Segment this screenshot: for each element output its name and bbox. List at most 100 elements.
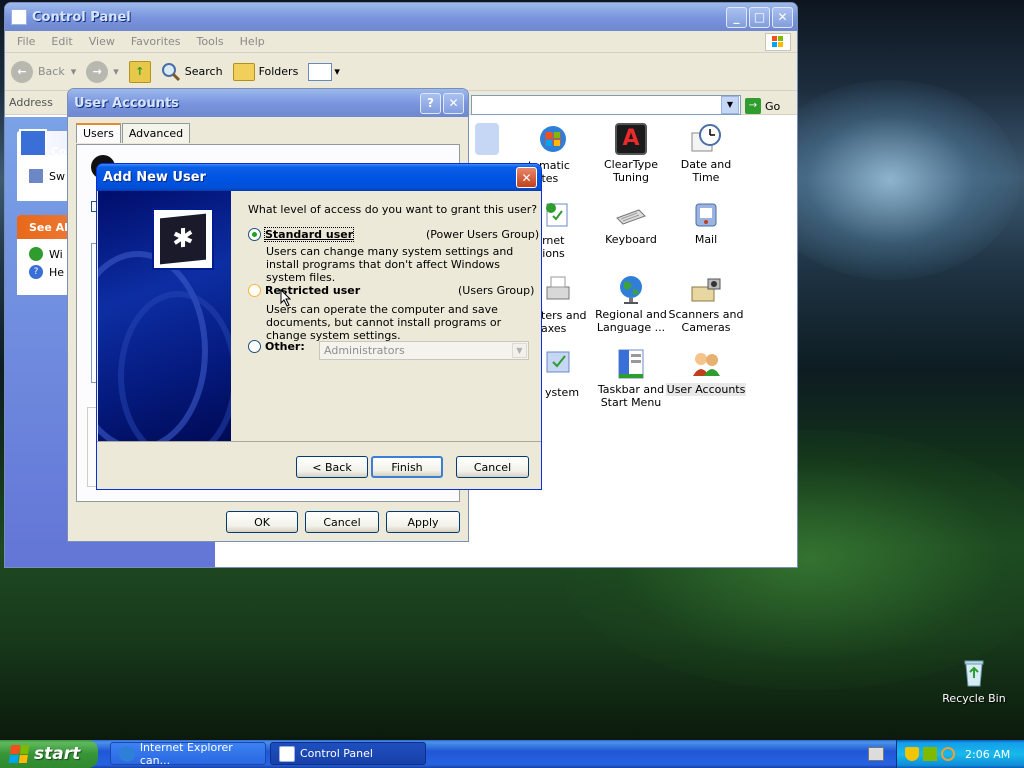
- taskbar-and-start-menu-label: Taskbar and Start Menu: [597, 383, 665, 409]
- up-button[interactable]: ↑: [128, 60, 151, 83]
- cancel-button[interactable]: Cancel: [456, 456, 529, 478]
- go-label: Go: [765, 99, 781, 113]
- menu-tools[interactable]: Tools: [189, 35, 232, 48]
- menu-file[interactable]: File: [9, 35, 43, 48]
- control-panel-window-icon: [11, 9, 27, 25]
- other-group-select[interactable]: Administrators ▼: [319, 341, 529, 360]
- standard-user-radio[interactable]: Standard user: [248, 227, 355, 242]
- close-icon: ✕: [777, 10, 788, 24]
- user-accounts-label: User Accounts: [666, 383, 746, 396]
- see-also-title: See Al: [29, 221, 68, 234]
- system-label: ystem: [545, 386, 580, 399]
- forward-button[interactable]: → ▾: [86, 60, 119, 83]
- back-button[interactable]: ← Back ▾: [11, 60, 76, 83]
- windows-update-link[interactable]: Wi: [29, 247, 63, 261]
- windows-update-icon: [29, 247, 43, 261]
- scanners-and-cameras-item[interactable]: Scanners and Cameras: [666, 273, 746, 334]
- go-arrow-icon: →: [745, 98, 761, 114]
- user-accounts-tabs: Users Advanced: [76, 123, 191, 143]
- folders-button[interactable]: Folders: [232, 62, 298, 81]
- other-label: Other:: [265, 340, 305, 353]
- user-accounts-item[interactable]: User Accounts: [666, 348, 746, 396]
- restricted-user-group: (Users Group): [458, 284, 535, 297]
- folder-up-icon: ↑: [128, 60, 151, 83]
- views-button[interactable]: ▾: [308, 62, 340, 81]
- automatic-updates-item[interactable]: utomaticodates: [513, 123, 593, 185]
- menu-bar: File Edit View Favorites Tools Help: [5, 31, 797, 53]
- user-accounts-titlebar[interactable]: User Accounts ? ✕: [68, 89, 468, 117]
- close-icon: ✕: [448, 96, 459, 110]
- menu-edit[interactable]: Edit: [43, 35, 80, 48]
- user-accounts-close-button[interactable]: ✕: [443, 92, 464, 114]
- help-link[interactable]: ? He: [29, 265, 64, 279]
- maximize-icon: □: [753, 10, 766, 24]
- add-new-user-titlebar[interactable]: Add New User ✕: [97, 164, 541, 191]
- search-label: Search: [184, 65, 223, 78]
- printers-and-faxes-label: ters and axes: [541, 309, 587, 335]
- menu-help[interactable]: Help: [232, 35, 273, 48]
- maximize-button[interactable]: □: [749, 6, 770, 28]
- search-button[interactable]: Search: [161, 62, 223, 82]
- menu-view[interactable]: View: [81, 35, 123, 48]
- network-icon[interactable]: [923, 747, 937, 761]
- start-button[interactable]: start: [0, 740, 98, 768]
- radio-selected-icon: [248, 228, 261, 241]
- chevron-down-icon: ▼: [512, 343, 527, 358]
- windows-flag-icon: [765, 32, 791, 51]
- switch-view-label: Sw: [49, 169, 65, 183]
- address-dropdown-button[interactable]: ▼: [721, 96, 739, 114]
- back-button[interactable]: < Back: [296, 456, 368, 478]
- date-and-time-item[interactable]: Date and Time: [666, 123, 746, 184]
- taskbar-item-control-panel[interactable]: Control Panel: [270, 742, 426, 765]
- forward-dropdown-icon: ▾: [113, 65, 119, 78]
- address-input[interactable]: [471, 95, 741, 115]
- regional-and-language-item[interactable]: Regional and Language ...: [591, 273, 671, 334]
- minimize-button[interactable]: _: [726, 6, 747, 28]
- switch-view-link[interactable]: Sw: [29, 169, 65, 183]
- search-tray-icon[interactable]: [941, 747, 955, 761]
- tab-users[interactable]: Users: [76, 123, 121, 143]
- tab-advanced[interactable]: Advanced: [121, 123, 191, 143]
- ok-button[interactable]: OK: [226, 511, 298, 533]
- windows-update-label: Wi: [49, 247, 63, 261]
- finish-button[interactable]: Finish: [371, 456, 443, 478]
- cleartype-tuning-item[interactable]: A ClearType Tuning: [591, 123, 671, 184]
- keyboard-language-icon[interactable]: [868, 747, 884, 761]
- regional-and-language-label: Regional and Language ...: [595, 308, 667, 334]
- wizard-banner: ✱: [98, 191, 231, 441]
- apply-button[interactable]: Apply: [386, 511, 460, 533]
- menu-favorites[interactable]: Favorites: [123, 35, 189, 48]
- recycle-bin-icon: [958, 656, 990, 688]
- restricted-user-radio[interactable]: Restricted user: [248, 284, 360, 297]
- add-new-user-dialog[interactable]: Add New User ✕ ✱ What level of access do…: [96, 163, 542, 490]
- mail-item[interactable]: Mail: [666, 198, 746, 246]
- mouse-cursor-icon: [280, 288, 292, 310]
- taskbar-item-label: Internet Explorer can...: [139, 740, 233, 767]
- recycle-bin-desktop-icon[interactable]: Recycle Bin: [934, 656, 1014, 705]
- user-accounts-help-button[interactable]: ?: [420, 92, 441, 114]
- access-level-panel: What level of access do you want to gran…: [231, 191, 541, 441]
- control-panel-titlebar[interactable]: Control Panel _ □ ✕: [5, 3, 797, 31]
- back-arrow-icon: ←: [11, 60, 33, 83]
- views-dropdown-icon: ▾: [334, 65, 340, 78]
- mail-icon: [690, 198, 722, 230]
- taskbar-and-start-menu-item[interactable]: Taskbar and Start Menu: [591, 348, 671, 409]
- folders-icon: [232, 62, 255, 81]
- keyboard-item[interactable]: Keyboard: [591, 198, 671, 246]
- add-new-user-close-button[interactable]: ✕: [516, 167, 537, 188]
- security-shield-icon[interactable]: [905, 747, 919, 761]
- forward-arrow-icon: →: [86, 60, 109, 83]
- close-button[interactable]: ✕: [772, 6, 793, 28]
- close-icon: ✕: [521, 170, 532, 185]
- taskbar-item-internet-explorer[interactable]: Internet Explorer can...: [110, 740, 266, 767]
- start-label: start: [34, 744, 81, 764]
- keyboard-icon: [615, 198, 647, 230]
- access-question: What level of access do you want to gran…: [248, 203, 538, 216]
- go-button[interactable]: → Go: [745, 98, 780, 114]
- internet-options-icon: [543, 198, 568, 230]
- control-panel-title: Control Panel: [32, 9, 131, 25]
- cancel-button[interactable]: Cancel: [305, 511, 379, 533]
- clock[interactable]: 2:06 AM: [965, 748, 1010, 761]
- other-radio[interactable]: Other:: [248, 340, 305, 353]
- standard-user-label: Standard user: [263, 227, 355, 242]
